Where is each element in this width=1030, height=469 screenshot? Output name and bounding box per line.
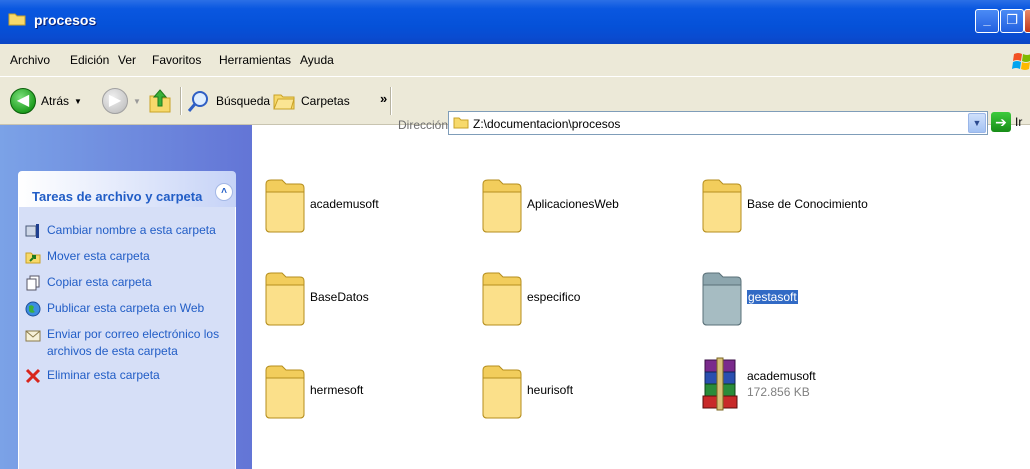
- search-icon: [187, 91, 208, 112]
- go-arrow-icon: ➔: [991, 112, 1011, 132]
- folders-button[interactable]: Carpetas: [272, 86, 350, 116]
- maximize-button[interactable]: ❐: [1000, 9, 1024, 33]
- folder-name: heurisoft: [527, 383, 574, 397]
- task-email-folder[interactable]: Enviar por correo electrónico los archiv…: [25, 326, 229, 360]
- folder-item[interactable]: especifico: [479, 265, 580, 329]
- toolbar-overflow-chevron[interactable]: »: [380, 91, 387, 106]
- archive-item[interactable]: academusoft 172.856 KB: [699, 352, 816, 416]
- folder-item[interactable]: AplicacionesWeb: [479, 172, 619, 236]
- folder-name: gestasoft: [747, 290, 798, 304]
- address-value: Z:\documentacion\procesos: [473, 117, 621, 131]
- go-button[interactable]: ➔ Ir: [991, 112, 1022, 132]
- task-rename-folder[interactable]: Cambiar nombre a esta carpeta: [25, 222, 216, 239]
- folder-icon: [482, 365, 522, 419]
- folder-item[interactable]: hermesoft: [262, 358, 363, 422]
- menu-ayuda[interactable]: Ayuda: [300, 53, 334, 67]
- up-folder-icon: [149, 89, 171, 113]
- folder-icon: [453, 117, 469, 129]
- rename-icon: [25, 224, 39, 238]
- minimize-icon: _: [983, 12, 991, 27]
- windows-logo-icon: [1012, 53, 1030, 70]
- minimize-button[interactable]: _: [975, 9, 999, 33]
- folder-icon: [265, 272, 305, 326]
- folder-name: BaseDatos: [310, 290, 369, 304]
- folder-icon: [482, 179, 522, 233]
- menu-ver[interactable]: Ver: [118, 53, 136, 67]
- back-arrow-icon: ◀: [10, 88, 36, 114]
- toolbar-separator: [390, 87, 391, 115]
- back-label: Atrás: [41, 94, 70, 108]
- search-label: Búsqueda: [216, 94, 271, 108]
- restore-icon: ❐: [1006, 12, 1018, 27]
- folder-item[interactable]: BaseDatos: [262, 265, 369, 329]
- close-button[interactable]: ✕: [1024, 9, 1030, 33]
- winrar-archive-icon: [702, 357, 738, 411]
- task-delete-folder[interactable]: Eliminar esta carpeta: [25, 367, 160, 384]
- forward-arrow-icon: ▶: [102, 88, 128, 114]
- folder-name: especifico: [527, 290, 581, 304]
- menu-bar: Archivo Edición Ver Favoritos Herramient…: [0, 44, 1030, 77]
- folder-item[interactable]: Base de Conocimiento: [699, 172, 868, 236]
- folders-label: Carpetas: [301, 94, 350, 108]
- folder-icon: [265, 179, 305, 233]
- archive-name: academusoft: [747, 369, 816, 383]
- title-bar[interactable]: procesos _ ❐ ✕: [0, 0, 1030, 44]
- delete-x-icon: [25, 368, 41, 384]
- menu-edicion[interactable]: Edición: [70, 53, 109, 67]
- folder-name: AplicacionesWeb: [527, 197, 619, 211]
- folder-icon: [482, 272, 522, 326]
- menu-herramientas[interactable]: Herramientas: [219, 53, 291, 67]
- task-pane: Tareas de archivo y carpeta ˄ Cambiar no…: [0, 125, 252, 469]
- address-label: Dirección: [398, 118, 449, 132]
- back-button[interactable]: ◀ Atrás ▼: [10, 86, 82, 116]
- folder-icon: [265, 365, 305, 419]
- task-publish-web[interactable]: Publicar esta carpeta en Web: [25, 300, 204, 317]
- forward-button[interactable]: ▶ ▼: [102, 86, 141, 116]
- dropdown-arrow-icon[interactable]: ▼: [133, 97, 141, 106]
- archive-details: academusoft 172.856 KB: [747, 369, 816, 399]
- tasks-panel-header[interactable]: Tareas de archivo y carpeta ˄: [18, 171, 236, 207]
- dropdown-arrow-icon[interactable]: ▼: [74, 97, 82, 106]
- tasks-panel-body: Cambiar nombre a esta carpeta Mover esta…: [18, 207, 236, 469]
- copy-icon: [26, 275, 40, 291]
- folder-name: academusoft: [310, 197, 379, 211]
- folder-item-selected[interactable]: gestasoft: [699, 265, 798, 329]
- address-field[interactable]: Z:\documentacion\procesos ▼: [448, 111, 988, 135]
- folder-name: hermesoft: [310, 383, 364, 397]
- address-dropdown-button[interactable]: ▼: [968, 113, 986, 133]
- tasks-panel-title: Tareas de archivo y carpeta: [32, 189, 203, 204]
- folder-icon: [702, 272, 742, 326]
- menu-favoritos[interactable]: Favoritos: [152, 53, 201, 67]
- toolbar-separator: [180, 87, 181, 115]
- window-title: procesos: [34, 12, 97, 28]
- menu-archivo[interactable]: Archivo: [10, 53, 50, 67]
- go-label: Ir: [1015, 115, 1023, 129]
- search-button[interactable]: Búsqueda: [187, 86, 270, 116]
- collapse-chevron-icon[interactable]: ˄: [215, 183, 233, 201]
- folder-item[interactable]: heurisoft: [479, 358, 573, 422]
- move-folder-icon: [25, 252, 41, 264]
- email-icon: [25, 330, 41, 342]
- globe-icon: [25, 301, 41, 317]
- folders-icon: [273, 94, 295, 110]
- task-copy-folder[interactable]: Copiar esta carpeta: [25, 274, 152, 291]
- task-move-folder[interactable]: Mover esta carpeta: [25, 248, 150, 265]
- folder-icon: [8, 13, 26, 26]
- chevron-down-icon: ▼: [972, 118, 982, 128]
- up-folder-button[interactable]: [148, 86, 172, 116]
- folder-icon: [702, 179, 742, 233]
- close-icon: ✕: [1025, 12, 1030, 28]
- folder-name: Base de Conocimiento: [747, 197, 868, 211]
- archive-size: 172.856 KB: [747, 385, 810, 399]
- folder-item[interactable]: academusoft: [262, 172, 379, 236]
- file-folder-tasks-panel: Tareas de archivo y carpeta ˄ Cambiar no…: [18, 171, 236, 469]
